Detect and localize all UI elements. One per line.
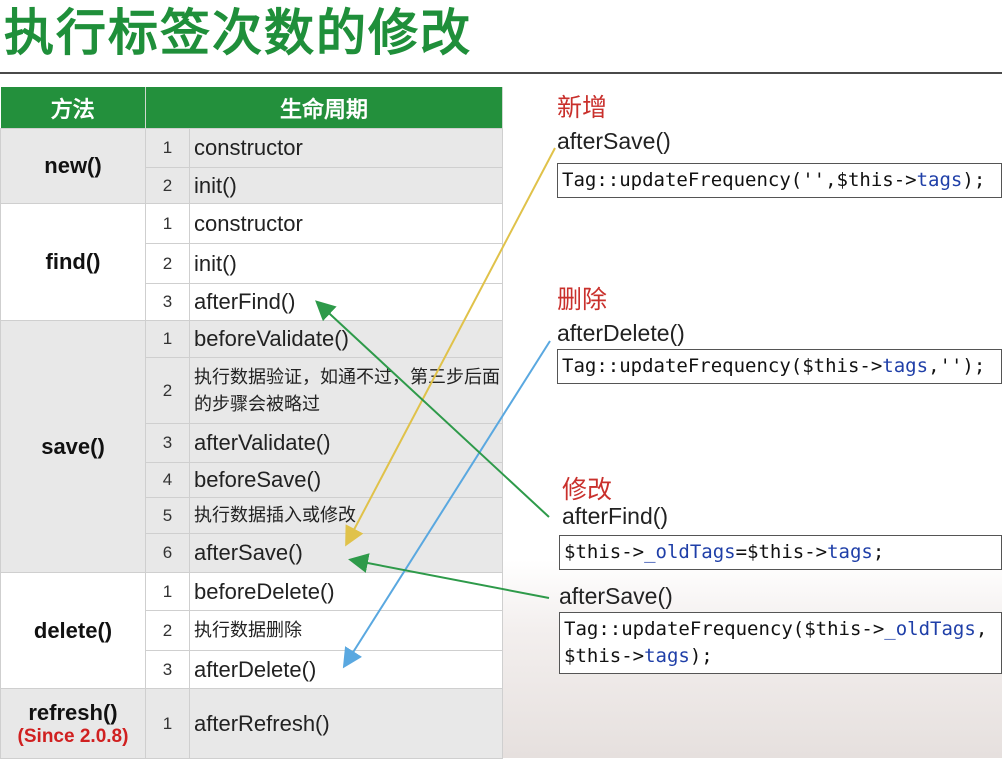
method-cell: find() (0, 203, 146, 321)
add-code-block: Tag::updateFrequency('',$this->tags); (557, 163, 1002, 198)
step-text: constructor (189, 203, 503, 244)
header-method: 方法 (0, 87, 146, 129)
step-text: init() (189, 243, 503, 284)
table-row: new() 1 constructor (0, 128, 503, 204)
delete-heading: 删除 (557, 285, 608, 314)
modify-save-code-block: Tag::updateFrequency($this->_oldTags, $t… (559, 612, 1002, 674)
step-text: afterFind() (189, 283, 503, 321)
delete-code-block: Tag::updateFrequency($this->tags,''); (557, 349, 1002, 384)
add-heading: 新增 (557, 93, 608, 122)
step-number: 1 (145, 688, 190, 759)
step-number: 2 (145, 243, 190, 284)
group-save: save() 1 beforeValidate() 2 执行数据验证，如通不过，… (0, 320, 503, 573)
group-find: find() 1 constructor 2 init() 3 afterFin… (0, 203, 503, 321)
step-text: constructor (189, 128, 503, 168)
step-number: 1 (145, 203, 190, 244)
step-text: init() (189, 167, 503, 204)
method-cell: delete() (0, 572, 146, 689)
step-number: 4 (145, 462, 190, 498)
method-cell: save() (0, 320, 146, 573)
modify-save-method: afterSave() (559, 583, 673, 609)
lifecycle-table: 方法 生命周期 new() 1 constructor 2 init() fin… (0, 87, 503, 759)
step-number: 6 (145, 533, 190, 573)
table-row: save() 1 beforeValidate() (0, 320, 503, 573)
step-number: 1 (145, 128, 190, 168)
table-row: find() 1 constructor (0, 203, 503, 321)
modify-find-method: afterFind() (562, 503, 669, 529)
step-text: afterValidate() (189, 423, 503, 463)
step-number: 1 (145, 572, 190, 611)
step-number: 2 (145, 167, 190, 204)
modify-find-code-block: $this->_oldTags=$this->tags; (559, 535, 1002, 570)
group-refresh: refresh() (Since 2.0.8) 1 afterRefresh() (0, 688, 503, 759)
modify-heading: 修改 (562, 475, 613, 504)
step-number: 3 (145, 423, 190, 463)
step-text: 执行数据验证，如通不过，第三步后面的步骤会被略过 (189, 357, 503, 424)
table-header-row: 方法 生命周期 (0, 87, 503, 129)
step-text: beforeDelete() (189, 572, 503, 611)
step-number: 2 (145, 357, 190, 424)
step-text: afterSave() (189, 533, 503, 573)
version-note: (Since 2.0.8) (17, 725, 129, 747)
group-new: new() 1 constructor 2 init() (0, 128, 503, 204)
step-number: 3 (145, 650, 190, 689)
step-text: 执行数据插入或修改 (189, 497, 503, 534)
method-name: refresh() (28, 699, 118, 725)
step-number: 1 (145, 320, 190, 358)
step-text: 执行数据删除 (189, 610, 503, 651)
step-number: 3 (145, 283, 190, 321)
step-number: 2 (145, 610, 190, 651)
table-row: refresh() (Since 2.0.8) 1 afterRefresh() (0, 688, 503, 759)
step-number: 5 (145, 497, 190, 534)
delete-method: afterDelete() (557, 320, 685, 346)
header-lifecycle: 生命周期 (145, 87, 503, 129)
step-text: beforeSave() (189, 462, 503, 498)
step-text: afterRefresh() (189, 688, 503, 759)
step-text: beforeValidate() (189, 320, 503, 358)
step-text: afterDelete() (189, 650, 503, 689)
title-divider (0, 72, 1002, 74)
group-delete: delete() 1 beforeDelete() 2 执行数据删除 3 aft… (0, 572, 503, 689)
page-title: 执行标签次数的修改 (4, 4, 472, 62)
table-row: delete() 1 beforeDelete() (0, 572, 503, 689)
method-cell: refresh() (Since 2.0.8) (0, 688, 146, 759)
method-cell: new() (0, 128, 146, 204)
add-method: afterSave() (557, 128, 671, 154)
